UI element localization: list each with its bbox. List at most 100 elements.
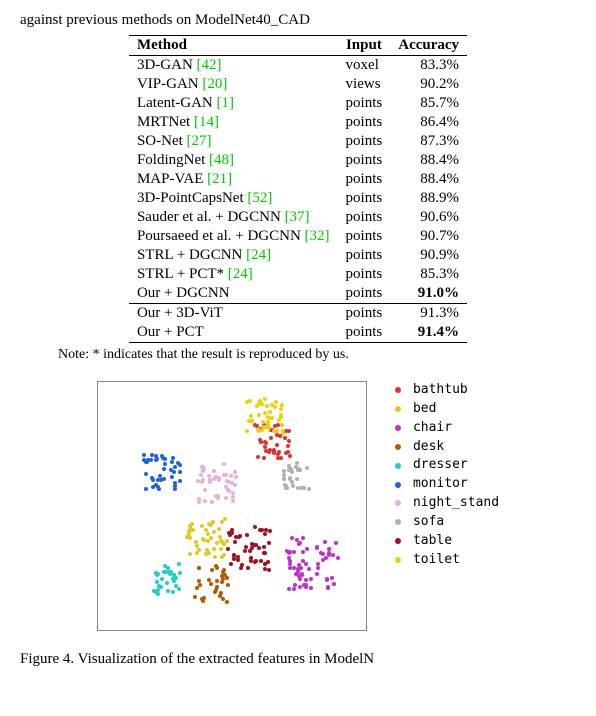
table-note: Note: * indicates that the result is rep… xyxy=(58,347,576,363)
cell-input: points xyxy=(338,170,391,189)
scatter-point xyxy=(275,443,279,447)
scatter-point xyxy=(219,547,223,551)
scatter-point xyxy=(206,539,210,543)
scatter-point xyxy=(213,555,217,559)
legend-item: toilet xyxy=(395,551,499,570)
cell-method: Our + 3D-ViT xyxy=(129,304,338,324)
scatter-point xyxy=(304,562,308,566)
table-row: 3D-GAN [42]voxel83.3% xyxy=(129,56,467,76)
scatter-point xyxy=(309,577,313,581)
citation: [48] xyxy=(209,152,234,168)
scatter-point xyxy=(253,560,257,564)
scatter-point xyxy=(160,577,164,581)
scatter-point xyxy=(223,573,227,577)
scatter-point xyxy=(171,456,175,460)
scatter-point xyxy=(188,552,192,556)
scatter-point xyxy=(267,450,271,454)
method-name: Our + PCT xyxy=(137,324,204,340)
legend-swatch-icon xyxy=(395,387,401,393)
scatter-point xyxy=(274,400,278,404)
scatter-point xyxy=(287,439,291,443)
scatter-point xyxy=(238,534,242,538)
scatter-point xyxy=(233,540,237,544)
legend-label: toilet xyxy=(413,551,460,570)
scatter-point xyxy=(166,589,170,593)
scatter-point xyxy=(223,517,227,521)
cell-method: Poursaeed et al. + DGCNN [32] xyxy=(129,227,338,246)
scatter-point xyxy=(293,583,297,587)
scatter-point xyxy=(228,533,232,537)
legend-swatch-icon xyxy=(395,463,401,469)
scatter-point xyxy=(250,542,254,546)
scatter-point xyxy=(288,454,292,458)
scatter-point xyxy=(244,545,248,549)
scatter-point xyxy=(229,562,233,566)
scatter-point xyxy=(268,529,272,533)
cell-method: 3D-GAN [42] xyxy=(129,56,338,76)
scatter-point xyxy=(231,491,235,495)
table-row: Our + PCTpoints91.4% xyxy=(129,323,467,343)
scatter-point xyxy=(319,551,323,555)
scatter-point xyxy=(248,549,252,553)
legend-label: sofa xyxy=(413,513,444,532)
scatter-point xyxy=(307,487,311,491)
scatter-point xyxy=(214,588,218,592)
scatter-point xyxy=(286,450,290,454)
scatter-point xyxy=(231,499,235,503)
table-row: Sauder et al. + DGCNN [37]points90.6% xyxy=(129,208,467,227)
scatter-point xyxy=(309,586,313,590)
cell-input: points xyxy=(338,132,391,151)
scatter-point xyxy=(279,413,283,417)
cell-accuracy: 85.7% xyxy=(390,94,467,113)
scatter-point xyxy=(276,456,280,460)
scatter-point xyxy=(191,528,195,532)
scatter-point xyxy=(234,535,238,539)
scatter-point xyxy=(327,551,331,555)
legend-label: bed xyxy=(413,400,436,419)
scatter-point xyxy=(269,436,273,440)
scatter-point xyxy=(199,473,203,477)
scatter-point xyxy=(305,466,309,470)
col-input-header: Input xyxy=(338,36,391,56)
scatter-point xyxy=(197,579,201,583)
cell-method: Latent-GAN [1] xyxy=(129,94,338,113)
scatter-point xyxy=(263,532,267,536)
cell-input: points xyxy=(338,304,391,324)
method-name: Latent-GAN xyxy=(137,95,217,111)
cell-input: points xyxy=(338,265,391,284)
scatter-point xyxy=(207,474,211,478)
scatter-point xyxy=(215,579,219,583)
scatter-point xyxy=(315,546,319,550)
legend-swatch-icon xyxy=(395,425,401,431)
citation: [32] xyxy=(305,228,330,244)
scatter-point xyxy=(245,429,249,433)
scatter-point xyxy=(157,487,161,491)
citation: [21] xyxy=(207,171,232,187)
scatter-point xyxy=(176,461,180,465)
scatter-point xyxy=(144,472,148,476)
scatter-point xyxy=(315,572,319,576)
scatter-point xyxy=(288,476,292,480)
scatter-point xyxy=(200,524,204,528)
cell-method: Our + DGCNN xyxy=(129,284,338,304)
cell-accuracy: 88.4% xyxy=(390,151,467,170)
method-name: Poursaeed et al. + DGCNN xyxy=(137,228,305,244)
table-row: Poursaeed et al. + DGCNN [32]points90.7% xyxy=(129,227,467,246)
scatter-point xyxy=(222,568,226,572)
scatter-point xyxy=(277,418,281,422)
scatter-point xyxy=(292,587,296,591)
cell-input: points xyxy=(338,246,391,265)
scatter-point xyxy=(259,440,263,444)
scatter-point xyxy=(217,478,221,482)
scatter-point xyxy=(173,487,177,491)
scatter-point xyxy=(168,572,172,576)
cell-input: points xyxy=(338,323,391,343)
scatter-point xyxy=(330,576,334,580)
legend-label: night_stand xyxy=(413,494,499,513)
scatter-point xyxy=(326,586,330,590)
scatter-point xyxy=(246,566,250,570)
scatter-point xyxy=(229,474,233,478)
cell-accuracy: 91.3% xyxy=(390,304,467,324)
cell-accuracy: 85.3% xyxy=(390,265,467,284)
scatter-point xyxy=(212,547,216,551)
